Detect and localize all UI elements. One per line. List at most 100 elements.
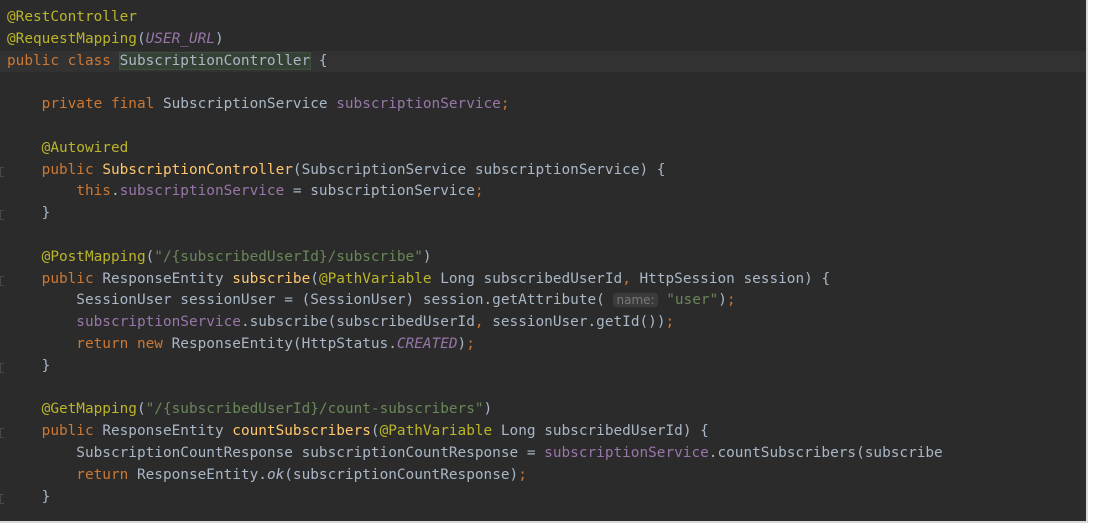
fold-marker-icon[interactable]: [0, 493, 4, 504]
code-token: @PathVariable: [379, 423, 501, 440]
code-token: public: [7, 161, 103, 178]
fold-marker-icon[interactable]: [0, 166, 4, 177]
code-line[interactable]: [0, 116, 1086, 138]
code-line[interactable]: private final SubscriptionService subscr…: [0, 94, 1086, 116]
code-line[interactable]: @RequestMapping(USER_URL): [0, 29, 1086, 51]
code-token: ;: [474, 183, 484, 200]
code-line[interactable]: SessionUser sessionUser = (SessionUser) …: [0, 290, 1086, 312]
code-token: ): [214, 30, 224, 47]
code-token: SubscriptionController: [102, 161, 293, 178]
fold-marker-icon[interactable]: [0, 362, 4, 373]
code-line[interactable]: subscriptionService.subscribe(subscribed…: [0, 312, 1086, 334]
code-token: }: [7, 205, 51, 222]
code-line[interactable]: @PostMapping("/{subscribedUserId}/subscr…: [0, 247, 1086, 269]
code-line[interactable]: SubscriptionCountResponse subscriptionCo…: [0, 443, 1086, 465]
code-token: ): [483, 401, 493, 418]
code-token: ): [422, 248, 432, 265]
code-token: ;: [726, 292, 736, 309]
code-line[interactable]: }: [0, 356, 1086, 378]
code-token: ok: [266, 466, 285, 483]
code-token: ResponseEntity.: [136, 466, 267, 483]
code-token: "user": [666, 292, 719, 309]
code-token: (: [145, 248, 155, 265]
code-token: ): [457, 335, 467, 352]
code-token: (: [370, 423, 380, 440]
code-token: SessionUser sessionUser = (SessionUser) …: [7, 292, 614, 309]
code-token: USER_URL: [145, 30, 215, 47]
code-token: Long subscribedUserId) {: [500, 423, 709, 440]
code-token: SubscriptionService: [162, 96, 337, 113]
code-line[interactable]: return new ResponseEntity(HttpStatus.CRE…: [0, 334, 1086, 356]
code-token: }: [7, 488, 51, 505]
code-token: @RestController: [7, 9, 137, 25]
code-token: .subscribe(subscribedUserId: [240, 314, 475, 331]
code-token: ;: [466, 335, 475, 352]
code-token: CREATED: [396, 335, 458, 352]
code-token: HttpSession session) {: [639, 270, 831, 287]
code-token: SubscriptionCountResponse subscriptionCo…: [7, 444, 545, 461]
code-line[interactable]: [0, 72, 1086, 94]
code-token: @Autowired: [7, 139, 129, 156]
code-token: return: [7, 466, 137, 483]
code-token: public class: [7, 52, 120, 69]
code-token: = subscriptionService: [284, 183, 475, 200]
code-token: return new: [7, 335, 172, 352]
code-token: ;: [665, 314, 675, 331]
code-token: (: [136, 30, 146, 47]
code-token: SubscriptionController: [118, 51, 312, 70]
code-token: (: [310, 270, 319, 287]
code-token: subscriptionService: [336, 96, 501, 113]
code-line[interactable]: @GetMapping("/{subscribedUserId}/count-s…: [0, 399, 1086, 421]
code-editor[interactable]: @RestController @RequestMapping(USER_URL)…: [0, 0, 1088, 523]
code-line[interactable]: return ResponseEntity.ok(subscriptionCou…: [0, 465, 1086, 487]
code-token: ResponseEntity(HttpStatus.: [171, 335, 397, 352]
code-token: subscriptionService: [119, 183, 285, 200]
code-line[interactable]: }: [0, 203, 1086, 225]
code-token: public: [7, 423, 103, 440]
code-token: @PathVariable: [318, 270, 441, 287]
code-token: ResponseEntity: [102, 423, 233, 440]
code-line[interactable]: public ResponseEntity countSubscribers(@…: [0, 421, 1086, 443]
code-token: ;: [518, 466, 527, 483]
code-token: (: [136, 401, 146, 418]
code-token: "/{subscribedUserId}/count-subscribers": [145, 401, 484, 418]
code-token: (SubscriptionService subscriptionService…: [292, 161, 666, 178]
code-token: subscriptionService: [544, 444, 709, 461]
code-token: }: [7, 357, 51, 374]
code-token: this: [7, 183, 111, 200]
code-line[interactable]: this.subscriptionService = subscriptionS…: [0, 181, 1086, 203]
code-token: "/{subscribedUserId}/subscribe": [154, 248, 423, 265]
code-token: subscribe: [232, 270, 311, 287]
fold-marker-icon[interactable]: [0, 275, 4, 286]
code-line[interactable]: }: [0, 487, 1086, 509]
code-token: .countSubscribers(subscribe: [708, 444, 943, 461]
parameter-hint: name:: [613, 293, 658, 308]
code-line[interactable]: @Autowired: [0, 138, 1086, 160]
code-line[interactable]: public ResponseEntity subscribe(@PathVar…: [0, 269, 1086, 291]
code-token: @PostMapping: [7, 248, 146, 265]
code-token: ,: [474, 314, 493, 331]
code-token: subscriptionService: [7, 314, 241, 331]
code-token: ): [718, 292, 727, 309]
code-token: countSubscribers: [232, 423, 371, 440]
code-token: private final: [7, 96, 163, 113]
code-line[interactable]: [0, 225, 1086, 247]
code-token: @RequestMapping: [7, 30, 137, 47]
fold-marker-icon[interactable]: [0, 210, 4, 221]
code-token: sessionUser.getId()): [492, 314, 666, 331]
code-token: {: [310, 52, 328, 69]
code-line[interactable]: public class SubscriptionController {: [0, 50, 1086, 73]
code-token: ResponseEntity: [102, 270, 233, 287]
code-token: (subscriptionCountResponse): [284, 466, 519, 483]
code-line[interactable]: [0, 378, 1086, 400]
code-area[interactable]: @RestController @RequestMapping(USER_URL)…: [0, 7, 1086, 508]
code-line[interactable]: public SubscriptionController(Subscripti…: [0, 160, 1086, 182]
code-token: Long subscribedUserId: [440, 270, 623, 287]
code-token: ,: [622, 270, 640, 287]
code-token: ;: [500, 96, 510, 113]
code-line[interactable]: @RestController: [0, 7, 1086, 29]
fold-marker-icon[interactable]: [0, 428, 4, 439]
code-token: public: [7, 270, 103, 287]
code-token: .: [110, 183, 120, 200]
